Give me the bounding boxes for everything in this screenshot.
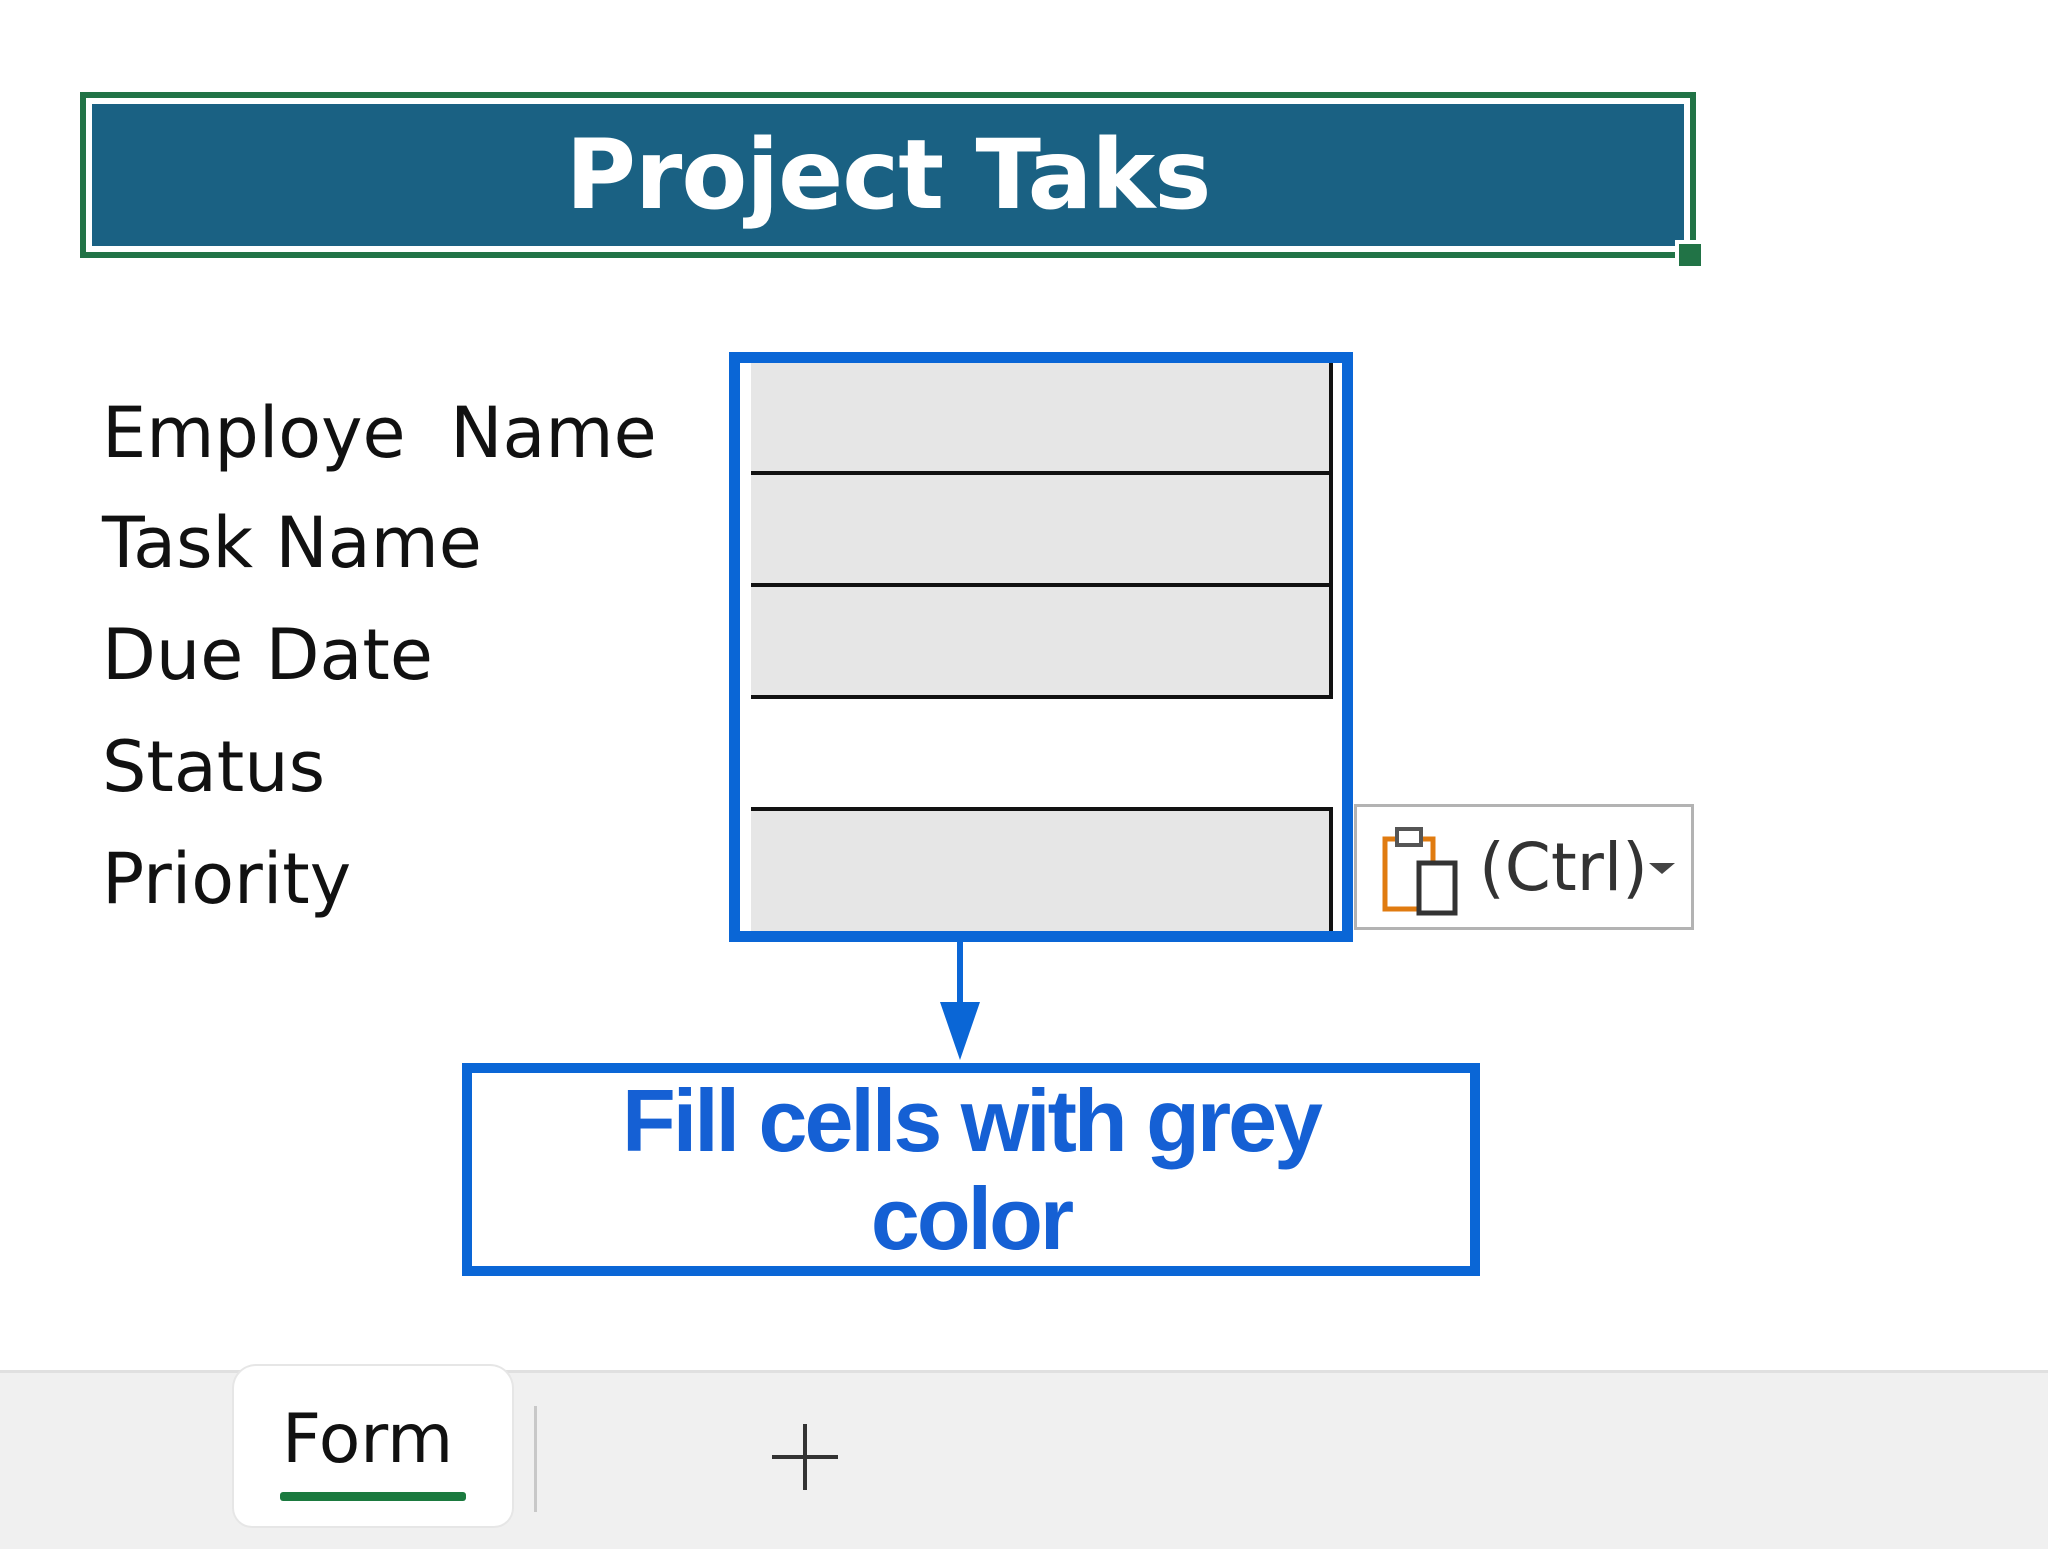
cell-due-date[interactable] (751, 587, 1333, 695)
cell-employee-name[interactable] (751, 363, 1333, 471)
input-cells-highlight (729, 352, 1353, 942)
fill-handle[interactable] (1675, 240, 1705, 270)
label-status: Status (102, 726, 326, 808)
cell-task-name[interactable] (751, 475, 1333, 583)
label-due-date: Due Date (102, 614, 433, 696)
page-title: Project Taks (565, 119, 1212, 231)
label-employee-name: Employe Name (102, 392, 657, 474)
cell-status[interactable] (751, 699, 1333, 807)
label-task-name: Task Name (102, 502, 482, 584)
sheet-tab-label: Form (282, 1400, 454, 1479)
paste-options-button[interactable]: (Ctrl) (1354, 804, 1694, 930)
tab-divider (534, 1406, 537, 1512)
cell-priority[interactable] (751, 811, 1333, 931)
label-priority: Priority (102, 838, 352, 920)
title-cell[interactable]: Project Taks (92, 104, 1684, 246)
annotation-callout: Fill cells with grey color (462, 1063, 1480, 1276)
plus-icon[interactable] (772, 1424, 838, 1490)
clipboard-paste-icon (1382, 827, 1458, 916)
active-tab-indicator (280, 1492, 466, 1501)
annotation-text: Fill cells with grey color (621, 1070, 1323, 1268)
paste-options-label: (Ctrl) (1479, 829, 1648, 906)
chevron-down-icon (1649, 863, 1675, 874)
arrow-down-icon (940, 938, 980, 1060)
